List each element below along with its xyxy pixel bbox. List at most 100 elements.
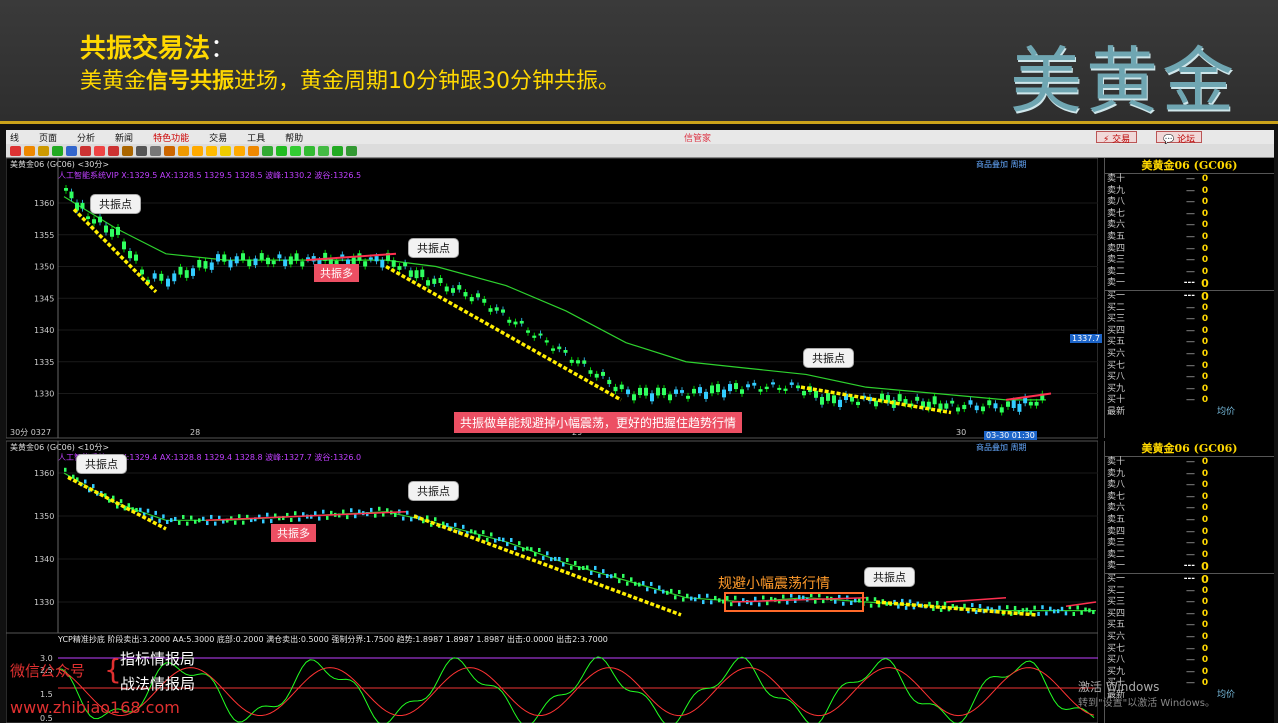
top-candle-body [783, 388, 788, 391]
toolbar-icon-18[interactable] [248, 145, 259, 156]
bottom-candle [506, 542, 509, 547]
bottom-candle [978, 604, 982, 609]
toolbar-icon-12[interactable] [164, 145, 175, 156]
level-price: — [1186, 395, 1195, 406]
toolbar-icon-1[interactable] [10, 145, 21, 156]
menu-item-features[interactable]: 特色功能 [149, 131, 189, 144]
bottom-candle [178, 520, 181, 525]
level-label: 卖三 [1107, 255, 1126, 266]
menu-item-page[interactable]: 页面 [35, 131, 57, 144]
level-label: 买七 [1107, 643, 1126, 654]
bottom-candle [614, 573, 617, 578]
bid-level: 买三 — 0 [1105, 597, 1274, 609]
level-volume: 0 [1201, 360, 1209, 371]
toolbar-icon-8[interactable] [108, 145, 119, 156]
top-candle-body [216, 254, 220, 262]
trade-button[interactable]: ⚡ 交易 [1096, 131, 1138, 145]
bottom-candle [662, 589, 665, 594]
top-candle-body [932, 396, 937, 405]
avg-label: 均价 [1216, 406, 1235, 417]
top-candle-body [294, 253, 299, 261]
toolbar-icon-4[interactable] [52, 145, 63, 156]
bottom-candle [127, 503, 131, 508]
ask-level: 卖五 — 0 [1105, 232, 1274, 244]
toolbar-icon-22[interactable] [304, 145, 315, 156]
bottom-candle [119, 499, 123, 504]
bottom-candle [139, 507, 142, 512]
level-label: 买十 [1107, 395, 1126, 406]
toolbar-icon-17[interactable] [234, 145, 245, 156]
bottom-candle [936, 600, 939, 605]
bottom-candle [526, 546, 529, 551]
level-volume: 0 [1201, 208, 1209, 219]
bottom-candle [869, 603, 873, 608]
top-candle-body [551, 348, 555, 351]
top-candle-body [588, 370, 593, 374]
level-volume: 0 [1201, 289, 1209, 303]
top-candle-body [698, 387, 702, 394]
bottom-candle [963, 603, 966, 608]
level-label: 卖四 [1107, 243, 1126, 254]
toolbar-icon-10[interactable] [136, 145, 147, 156]
level-label: 买一 [1107, 573, 1126, 584]
level-label: 买三 [1107, 597, 1126, 608]
toolbar-icon-3[interactable] [38, 145, 49, 156]
bottom-candle [202, 516, 205, 521]
top-candle-body [758, 389, 763, 392]
top-candle-body [519, 320, 524, 324]
slide-banner: 共振交易法： 美黄金信号共振进场，黄金周期10分钟跟30分钟共振。 美黄金 [0, 0, 1278, 124]
top-candle-body [152, 273, 157, 279]
level-label: 买九 [1107, 383, 1126, 394]
level-volume: 0 [1201, 231, 1209, 242]
toolbar-icon-9[interactable] [122, 145, 133, 156]
toolbar-icon-11[interactable] [150, 145, 161, 156]
bottom-candle [998, 605, 1001, 610]
level-label: 卖十 [1107, 174, 1126, 184]
top-candle-body [374, 256, 379, 262]
menu-item-help[interactable]: 帮助 [281, 131, 303, 144]
menu-item-analysis[interactable]: 分析 [73, 131, 95, 144]
last-price-row: 最新 均价 [1105, 407, 1274, 419]
level-volume: 0 [1201, 631, 1209, 642]
menu-item-news[interactable]: 新闻 [111, 131, 133, 144]
toolbar-icon-7[interactable] [94, 145, 105, 156]
level-price: — [1186, 302, 1195, 313]
order-book-title: 美黄金06 (GC06) [1105, 441, 1274, 457]
top-y-tick: 1350 [34, 263, 54, 272]
bottom-candle [951, 604, 955, 609]
toolbar-icon-6[interactable] [80, 145, 91, 156]
bottom-candle [578, 566, 581, 571]
bottom-candle [1045, 611, 1048, 616]
wechat-account-1: 指标情报局 [120, 650, 196, 668]
toolbar-icon-25[interactable] [346, 145, 357, 156]
level-label: 买六 [1107, 348, 1126, 359]
forum-button[interactable]: 💬 论坛 [1156, 131, 1203, 145]
bottom-candle [478, 534, 481, 539]
bottom-candle [166, 519, 169, 524]
toolbar-icon-16[interactable] [220, 145, 231, 156]
level-price: — [1186, 608, 1195, 619]
toolbar-icon-15[interactable] [206, 145, 217, 156]
toolbar-icon-2[interactable] [24, 145, 35, 156]
level-price: — [1186, 597, 1195, 608]
level-volume: 0 [1201, 678, 1209, 689]
toolbar-icon-24[interactable] [332, 145, 343, 156]
toolbar-icon-5[interactable] [66, 145, 77, 156]
top-candle-body [638, 387, 642, 396]
top-candle-body [451, 288, 455, 293]
toolbar-icon-23[interactable] [318, 145, 329, 156]
bottom-candle [550, 557, 553, 562]
menu-item-trade[interactable]: 交易 [205, 131, 227, 144]
menu-item-tools[interactable]: 工具 [243, 131, 265, 144]
toolbar-icon-13[interactable] [178, 145, 189, 156]
ask-level: 卖十 — 0 [1105, 174, 1274, 186]
top-candle-body [110, 229, 114, 237]
toolbar-icon-19[interactable] [262, 145, 273, 156]
bottom-candle [718, 598, 721, 603]
slide-title-colon: ： [210, 34, 237, 64]
toolbar-icon-14[interactable] [192, 145, 203, 156]
toolbar-icon-21[interactable] [290, 145, 301, 156]
menu-item-line[interactable]: 线 [6, 131, 19, 144]
toolbar-icon-20[interactable] [276, 145, 287, 156]
level-price: — [1186, 503, 1195, 514]
